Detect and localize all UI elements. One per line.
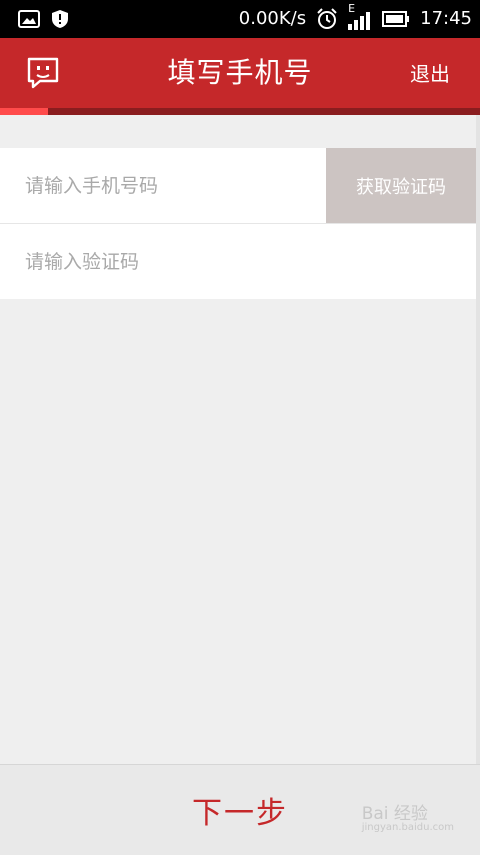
phone-row: 获取验证码 [0, 148, 476, 223]
alarm-icon [317, 8, 337, 29]
code-input[interactable] [0, 224, 476, 299]
page-title: 填写手机号 [167, 56, 313, 89]
battery-icon [382, 11, 410, 27]
shield-icon [52, 10, 68, 28]
scrollbar[interactable] [476, 115, 480, 765]
watermark: Bai 经验 jingyan.baidu.com [362, 799, 454, 833]
signal-icon [348, 12, 371, 30]
progress-bar [0, 108, 480, 115]
watermark-text: Bai 经验 [361, 804, 428, 824]
phone-form: 获取验证码 [0, 148, 476, 299]
logout-button[interactable]: 退出 [410, 38, 450, 108]
network-speed: 0.00K/s [238, 8, 307, 29]
watermark-sub: jingyan.baidu.com [361, 822, 454, 833]
phone-input[interactable] [0, 148, 326, 223]
status-bar: 0.00K/s E 17:45 [0, 0, 480, 38]
status-right: 0.00K/s E 17:45 [239, 0, 472, 38]
get-code-button[interactable]: 获取验证码 [326, 148, 476, 223]
signal-group: E [348, 0, 372, 38]
app-bar: 填写手机号 退出 [0, 38, 480, 108]
progress-fill [0, 108, 48, 115]
code-row [0, 223, 476, 299]
image-icon [18, 10, 40, 28]
clock: 17:45 [420, 8, 472, 29]
status-left-icons [18, 10, 68, 28]
bottom-bar: 下一步 Bai 经验 jingyan.baidu.com [0, 764, 480, 855]
